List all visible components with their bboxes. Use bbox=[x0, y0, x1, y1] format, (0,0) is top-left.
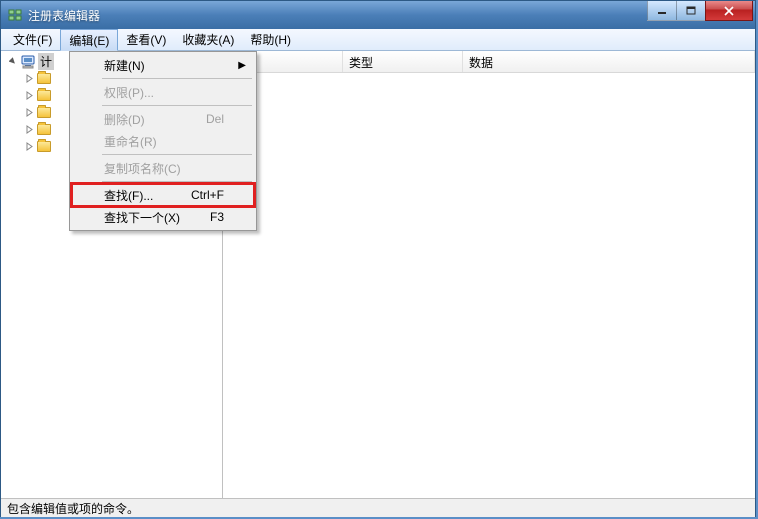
folder-icon bbox=[36, 106, 52, 120]
menu-help[interactable]: 帮助(H) bbox=[242, 29, 299, 50]
status-text: 包含编辑值或项的命令。 bbox=[7, 500, 139, 517]
menu-file[interactable]: 文件(F) bbox=[5, 29, 60, 50]
menu-delete[interactable]: 删除(D) Del bbox=[72, 108, 254, 130]
window-title: 注册表编辑器 bbox=[28, 7, 751, 24]
separator bbox=[102, 105, 252, 106]
expand-icon[interactable] bbox=[25, 91, 34, 100]
folder-icon bbox=[36, 89, 52, 103]
menu-favorites[interactable]: 收藏夹(A) bbox=[174, 29, 242, 50]
maximize-button[interactable] bbox=[676, 1, 706, 21]
separator bbox=[102, 78, 252, 79]
close-button[interactable] bbox=[705, 1, 753, 21]
menu-view[interactable]: 查看(V) bbox=[118, 29, 174, 50]
edit-menu-dropdown: 新建(N) ▶ 权限(P)... 删除(D) Del 重命名(R) 复制项名称(… bbox=[69, 51, 257, 231]
tree-root-label[interactable]: 计 bbox=[38, 53, 54, 70]
folder-icon bbox=[36, 140, 52, 154]
col-type[interactable]: 类型 bbox=[343, 51, 463, 72]
menu-new[interactable]: 新建(N) ▶ bbox=[72, 54, 254, 76]
menu-copykey[interactable]: 复制项名称(C) bbox=[72, 157, 254, 179]
folder-icon bbox=[36, 123, 52, 137]
window-controls bbox=[648, 1, 753, 21]
separator bbox=[102, 181, 252, 182]
menubar: 文件(F) 编辑(E) 查看(V) 收藏夹(A) 帮助(H) bbox=[1, 29, 755, 51]
menu-rename[interactable]: 重命名(R) bbox=[72, 130, 254, 152]
expand-icon[interactable] bbox=[25, 74, 34, 83]
registry-editor-window: 注册表编辑器 文件(F) 编辑(E) 查看(V) 收藏夹(A) 帮助(H) bbox=[0, 0, 756, 517]
app-icon bbox=[7, 7, 23, 23]
list-header: 名称 类型 数据 bbox=[223, 51, 755, 73]
menu-permissions[interactable]: 权限(P)... bbox=[72, 81, 254, 103]
submenu-arrow-icon: ▶ bbox=[238, 60, 246, 71]
menu-findnext[interactable]: 查找下一个(X) F3 bbox=[72, 206, 254, 228]
statusbar: 包含编辑值或项的命令。 bbox=[1, 498, 755, 517]
menu-find[interactable]: 查找(F)... Ctrl+F bbox=[72, 184, 254, 206]
expand-icon[interactable] bbox=[25, 142, 34, 151]
col-data[interactable]: 数据 bbox=[463, 51, 755, 72]
computer-icon bbox=[20, 55, 36, 69]
menu-edit[interactable]: 编辑(E) bbox=[60, 29, 118, 51]
expand-icon[interactable] bbox=[25, 125, 34, 134]
titlebar[interactable]: 注册表编辑器 bbox=[1, 1, 755, 29]
separator bbox=[102, 154, 252, 155]
collapse-icon[interactable] bbox=[9, 57, 18, 66]
folder-icon bbox=[36, 72, 52, 86]
expand-icon[interactable] bbox=[25, 108, 34, 117]
list-pane[interactable]: 名称 类型 数据 bbox=[223, 51, 755, 498]
minimize-button[interactable] bbox=[647, 1, 677, 21]
